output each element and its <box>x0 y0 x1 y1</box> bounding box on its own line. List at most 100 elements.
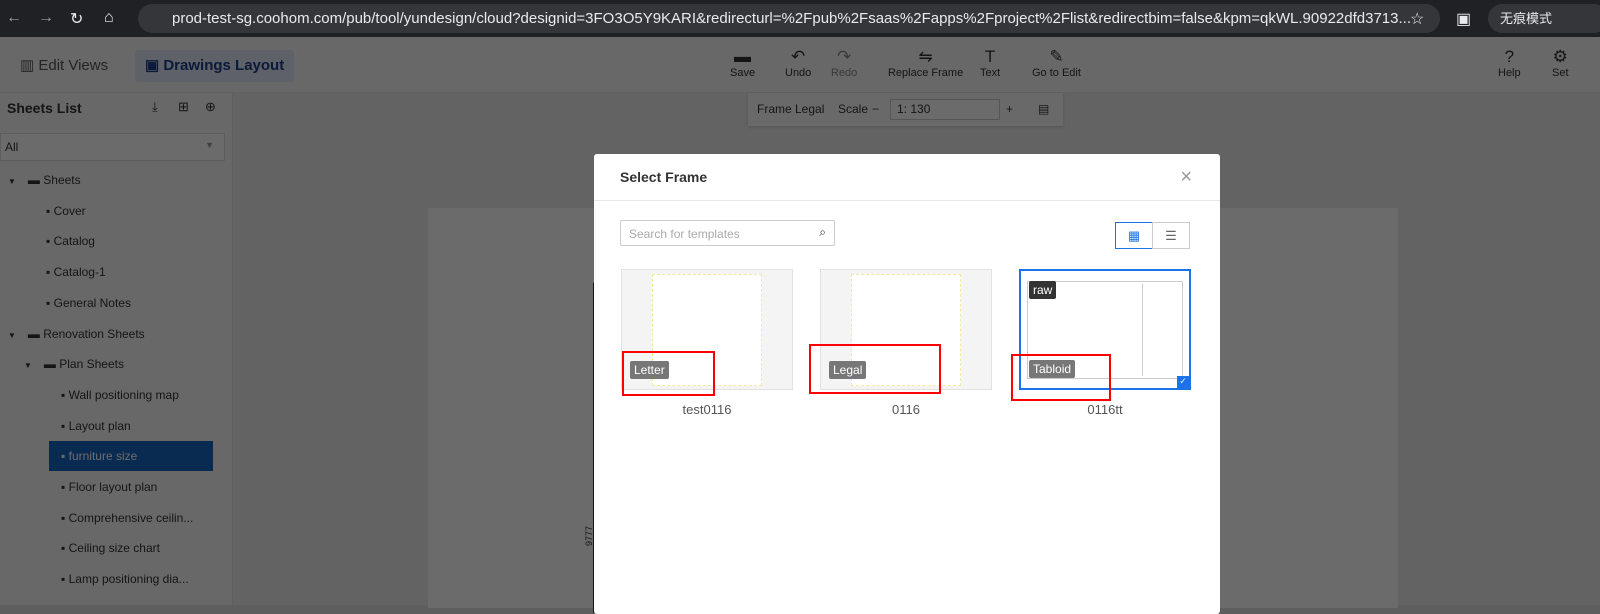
sidebar-item-label: Catalog <box>53 234 95 249</box>
save-label: Save <box>730 67 756 79</box>
url-text: prod-test-sg.coohom.com/pub/tool/yundesi… <box>172 10 1411 27</box>
app-toolbar: ▥ Edit Views ▣ Drawings Layout ▬ Save ↶ Un… <box>0 37 1600 93</box>
chevron-down-icon: ▼ <box>205 140 214 150</box>
scale-label: Scale <box>838 102 869 116</box>
save-icon: ▬ <box>734 47 752 66</box>
drawings-layout-label: Drawings Layout <box>163 57 285 74</box>
frame-label: Frame Legal <box>757 102 825 116</box>
sidebar-item[interactable]: ▪ General Notes <box>46 296 131 310</box>
add-sheet-icon[interactable]: ⊕ <box>205 99 216 115</box>
sidebar-item-label: Wall positioning map <box>68 387 179 402</box>
sheets-sidebar: Sheets List ⤓ ⊞ ⊕ All ▼ ▼ ▬ Sheets ▪ Cover ▪… <box>0 93 233 605</box>
file-icon: ▪ <box>61 572 66 587</box>
sidebar-item[interactable]: ▪ Wall positioning map <box>61 388 179 402</box>
drawings-layout-tab[interactable]: ▣ Drawings Layout <box>135 50 295 82</box>
close-icon[interactable]: × <box>1180 166 1192 189</box>
back-icon[interactable]: ← <box>6 9 22 27</box>
text-button[interactable]: T Text <box>980 47 1000 79</box>
search-icon[interactable]: ⌕ <box>819 225 826 240</box>
sidebar-item[interactable]: ▪ Comprehensive ceilin... <box>61 511 193 525</box>
gear-icon: ⚙ <box>1552 47 1568 66</box>
sidebar-item[interactable]: ▪ furniture size <box>49 441 213 472</box>
download-icon[interactable]: ⤓ <box>152 99 158 115</box>
annotation-box-tabloid <box>1011 354 1111 401</box>
address-bar[interactable]: prod-test-sg.coohom.com/pub/tool/yundesi… <box>138 4 1440 33</box>
star-icon[interactable]: ☆ <box>1410 9 1424 29</box>
save-button[interactable]: ▬ Save <box>730 47 755 79</box>
caret-down-icon[interactable]: ▼ <box>8 177 16 186</box>
text-icon: T <box>984 47 996 66</box>
frame-name: 0116 <box>892 402 920 417</box>
zoom-out-icon[interactable]: − <box>872 93 879 126</box>
go-to-edit-button[interactable]: ✎ Go to Edit <box>1032 47 1081 79</box>
home-icon[interactable]: ⌂ <box>104 9 114 27</box>
profile-label: 无痕模式 <box>1500 11 1553 26</box>
zoom-in-icon[interactable]: + <box>1006 93 1013 126</box>
annotation-box-legal <box>809 344 941 394</box>
sidebar-item[interactable]: ▪ Layout plan <box>61 419 131 433</box>
sidebar-item[interactable]: ▪ Floor layout plan <box>61 480 157 494</box>
grid-icon: ▦ <box>1127 228 1141 243</box>
go-to-edit-label: Go to Edit <box>1032 67 1081 79</box>
browser-bar: ← → ↻ ⌂ prod-test-sg.coohom.com/pub/tool… <box>0 0 1600 37</box>
sidebar-item-label: Cover <box>53 203 86 218</box>
undo-button[interactable]: ↶ Undo <box>785 47 811 79</box>
redo-label: Redo <box>831 67 858 79</box>
file-icon: ▪ <box>61 449 66 464</box>
frame-bar: Frame Legal Scale − 1: 130 + ▤ <box>748 93 1063 126</box>
sidebar-item[interactable]: ▪ Catalog <box>46 234 95 248</box>
grid-view-button[interactable]: ▦ <box>1115 222 1153 249</box>
dialog-title: Select Frame <box>620 169 708 185</box>
sidebar-item[interactable]: ▼ ▬ Renovation Sheets <box>8 327 145 341</box>
sidebar-item[interactable]: ▼ ▬ Sheets <box>8 173 81 187</box>
text-label: Text <box>980 67 1001 79</box>
caret-down-icon[interactable]: ▼ <box>24 361 32 370</box>
sidebar-item[interactable]: ▼ ▬ Plan Sheets <box>24 357 124 371</box>
help-button[interactable]: ? Help <box>1498 47 1521 79</box>
swap-icon: ⇋ <box>918 47 933 66</box>
scale-input[interactable]: 1: 130 <box>890 99 1000 120</box>
frame-name: 0116tt <box>1087 402 1123 417</box>
sidebar-item-label: Plan Sheets <box>59 357 124 372</box>
annotation-box-letter <box>622 351 715 396</box>
folder-icon: ▬ <box>27 326 40 341</box>
caret-down-icon[interactable]: ▼ <box>8 331 16 340</box>
template-search-input[interactable]: Search for templates ⌕ <box>620 220 835 246</box>
check-icon: ✓ <box>1177 376 1189 388</box>
edit-views-tab[interactable]: ▥ Edit Views <box>10 50 118 82</box>
replace-frame-label: Replace Frame <box>888 67 964 79</box>
add-folder-icon[interactable]: ⊞ <box>178 99 189 115</box>
frame-icon[interactable]: ▤ <box>1038 93 1049 126</box>
incognito-badge[interactable]: 无痕模式 <box>1488 4 1600 33</box>
edit-views-icon: ▥ <box>20 57 39 74</box>
sidebar-item-label: Catalog-1 <box>53 265 106 280</box>
file-icon: ▪ <box>61 387 66 402</box>
redo-button[interactable]: ↷ Redo <box>831 47 857 79</box>
file-icon: ▪ <box>46 295 51 310</box>
edit-icon: ✎ <box>1049 47 1064 66</box>
list-view-button[interactable]: ☰ <box>1152 222 1190 249</box>
dimension-label: 9777 <box>584 525 595 547</box>
file-icon: ▪ <box>46 203 51 218</box>
file-icon: ▪ <box>61 418 66 433</box>
forward-icon[interactable]: → <box>38 9 54 27</box>
reload-icon[interactable]: ↻ <box>70 9 83 29</box>
replace-frame-button[interactable]: ⇋ Replace Frame <box>888 47 963 79</box>
sidebar-item[interactable]: ▪ Ceiling size chart <box>61 541 160 555</box>
settings-button[interactable]: ⚙ Set <box>1552 47 1569 79</box>
filter-select[interactable]: All ▼ <box>0 133 225 161</box>
edit-views-label: Edit Views <box>38 57 109 74</box>
sheets-list-title: Sheets List <box>7 100 82 116</box>
undo-label: Undo <box>785 67 812 79</box>
list-icon: ☰ <box>1165 228 1177 243</box>
file-icon: ▪ <box>61 510 66 525</box>
drawings-layout-icon: ▣ <box>145 57 164 74</box>
sidepanel-icon[interactable]: ▣ <box>1456 9 1471 29</box>
sidebar-item[interactable]: ▪ Catalog-1 <box>46 265 106 279</box>
sidebar-item[interactable]: ▪ Lamp positioning dia... <box>61 572 189 586</box>
sidebar-item-label: Sheets <box>43 173 81 187</box>
filter-value: All <box>5 140 19 154</box>
settings-label: Set <box>1552 67 1569 79</box>
sidebar-item[interactable]: ▪ Cover <box>46 204 86 218</box>
search-placeholder: Search for templates <box>629 227 740 241</box>
